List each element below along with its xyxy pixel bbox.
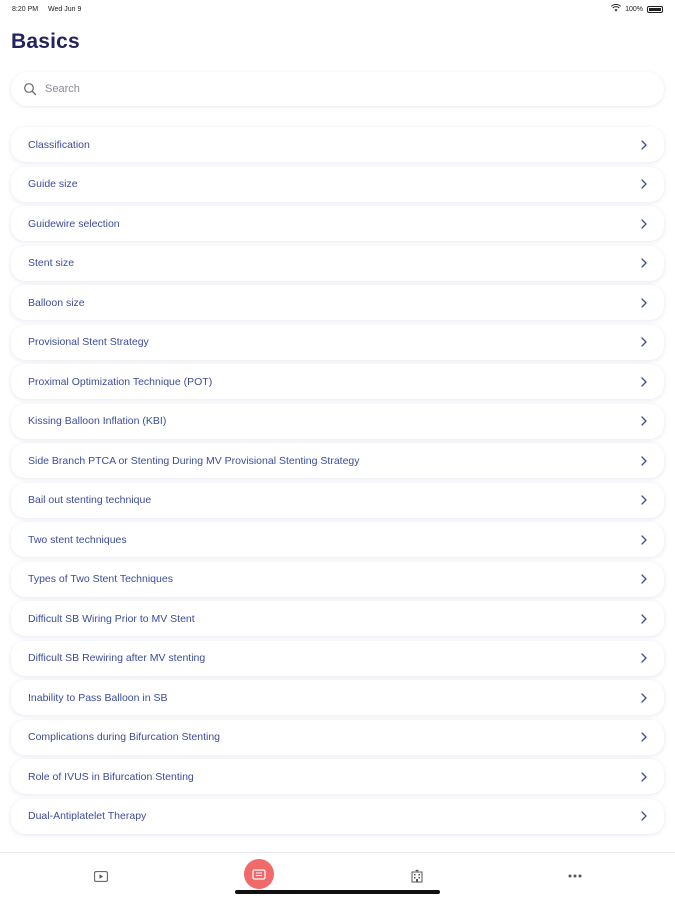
topic-row[interactable]: Role of IVUS in Bifurcation Stenting (11, 759, 664, 794)
status-date: Wed Jun 9 (48, 5, 82, 13)
book-icon (252, 868, 266, 880)
search-input[interactable] (45, 83, 605, 95)
topic-label: Dual-Antiplatelet Therapy (28, 810, 147, 822)
topic-row[interactable]: Complications during Bifurcation Stentin… (11, 719, 664, 755)
topic-row[interactable]: Balloon size (11, 285, 664, 320)
topic-row[interactable]: Difficult SB Rewiring after MV stenting (11, 640, 664, 676)
page-title: Basics (11, 30, 80, 53)
topic-row[interactable]: Provisional Stent Strategy (11, 324, 664, 360)
chevron-right-icon (641, 416, 647, 426)
topic-label: Inability to Pass Balloon in SB (28, 691, 168, 704)
topic-row[interactable]: Types of Two Stent Techniques (11, 561, 664, 597)
topic-row[interactable]: Two stent techniques (11, 522, 664, 557)
topic-label: Proximal Optimization Technique (POT) (28, 375, 213, 388)
topic-row[interactable]: Dual-Antiplatelet Therapy (11, 798, 664, 834)
chevron-right-icon (641, 218, 647, 229)
chevron-right-icon (641, 574, 647, 584)
wifi-icon (611, 4, 622, 14)
topic-row[interactable]: Bail out stenting technique (11, 482, 664, 518)
tab-bar (0, 852, 675, 900)
topic-row[interactable]: Kissing Balloon Inflation (KBI) (11, 403, 664, 439)
topic-label: Role of IVUS in Bifurcation Stenting (28, 770, 194, 783)
topic-label: Side Branch PTCA or Stenting During MV P… (28, 454, 360, 467)
chevron-right-icon (641, 534, 647, 545)
chevron-right-icon (641, 376, 647, 387)
topic-label: Kissing Balloon Inflation (KBI) (28, 415, 167, 427)
chevron-right-icon (641, 811, 647, 821)
topic-row[interactable]: Difficult SB Wiring Prior to MV Stent (11, 601, 664, 636)
topic-row[interactable]: Classification (11, 127, 664, 162)
tab-videos[interactable] (86, 861, 116, 891)
home-indicator (235, 890, 440, 894)
topic-row[interactable]: Guidewire selection (11, 206, 664, 241)
topic-label: Stent size (28, 257, 75, 269)
chevron-right-icon (641, 692, 647, 703)
chevron-right-icon (641, 495, 647, 505)
status-time: 8:20 PM (12, 5, 39, 13)
more-icon (568, 874, 582, 878)
battery-percent: 100% (625, 5, 643, 13)
topic-row[interactable]: Proximal Optimization Technique (POT) (11, 364, 664, 399)
topic-label: Two stent techniques (28, 533, 127, 546)
hospital-icon (411, 869, 423, 883)
topic-label: Balloon size (28, 296, 85, 309)
topic-label: Classification (28, 138, 90, 151)
chevron-right-icon (641, 771, 647, 782)
topic-label: Provisional Stent Strategy (28, 336, 149, 348)
chevron-right-icon (641, 139, 647, 150)
chevron-right-icon (641, 258, 647, 268)
chevron-right-icon (641, 732, 647, 742)
topic-label: Guide size (28, 178, 78, 190)
tab-more[interactable] (560, 861, 590, 891)
topic-label: Complications during Bifurcation Stentin… (28, 731, 221, 743)
chevron-right-icon (641, 337, 647, 347)
chevron-right-icon (641, 653, 647, 663)
topic-label: Difficult SB Rewiring after MV stenting (28, 652, 206, 664)
tab-basics[interactable] (244, 859, 274, 889)
search-bar[interactable] (11, 72, 664, 106)
topic-list: Classification Guide size Guidewire select… (11, 127, 664, 838)
video-icon (94, 870, 108, 882)
topic-row[interactable]: Guide size (11, 166, 664, 202)
topic-row[interactable]: Side Branch PTCA or Stenting During MV P… (11, 443, 664, 478)
chevron-right-icon (641, 613, 647, 624)
topic-label: Difficult SB Wiring Prior to MV Stent (28, 612, 195, 625)
topic-row[interactable]: Stent size (11, 245, 664, 281)
topic-label: Guidewire selection (28, 217, 120, 230)
chevron-right-icon (641, 179, 647, 189)
tab-hospital[interactable] (402, 861, 432, 891)
chevron-right-icon (641, 297, 647, 308)
topic-label: Bail out stenting technique (28, 494, 152, 506)
chevron-right-icon (641, 455, 647, 466)
search-icon (24, 83, 37, 96)
battery-icon (647, 5, 663, 13)
topic-label: Types of Two Stent Techniques (28, 573, 173, 585)
status-bar: 8:20 PM Wed Jun 9 100% (0, 0, 675, 18)
topic-row[interactable]: Inability to Pass Balloon in SB (11, 680, 664, 715)
